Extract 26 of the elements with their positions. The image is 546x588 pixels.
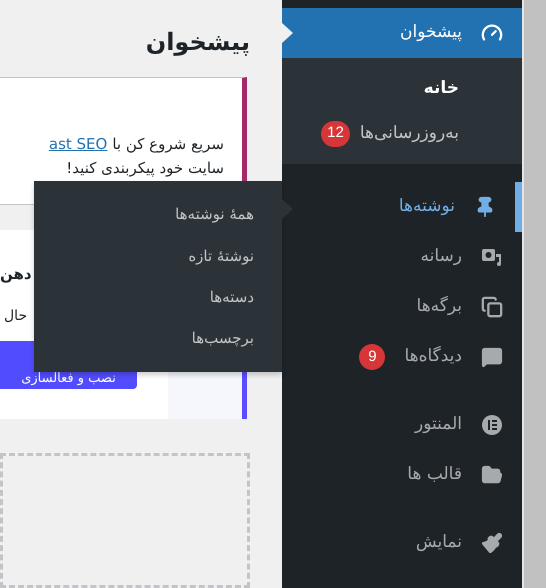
page-title: پیشخوان xyxy=(146,27,250,58)
paintbrush-icon xyxy=(481,532,503,554)
promo-text: حال xyxy=(4,306,28,326)
menu-item[interactable]: رسانه xyxy=(282,232,522,282)
flyout-item[interactable]: نوشتهٔ تازه xyxy=(34,235,254,276)
camera-music-icon xyxy=(481,246,503,268)
submenu-item[interactable]: خانه xyxy=(282,66,522,111)
yoast-link[interactable]: ast SEO xyxy=(48,130,108,158)
flyout-item[interactable]: دسته‌ها xyxy=(34,276,254,318)
menu-item[interactable]: نمایش xyxy=(282,518,522,568)
folder-icon xyxy=(481,464,503,486)
menu-item[interactable]: قالب ها xyxy=(282,450,522,500)
count-badge: 12 xyxy=(321,120,350,146)
flyout-item[interactable]: همهٔ نوشته‌ها xyxy=(34,194,254,236)
menu-item[interactable]: المنتور xyxy=(282,400,522,450)
menu-item[interactable]: پیشخوان xyxy=(282,8,522,58)
notice-text: سایت خود پیکربندی کنید! xyxy=(66,158,224,178)
pages-icon xyxy=(481,296,503,318)
current-arrow-icon xyxy=(282,23,293,43)
notice-text: سریع شروع کن با xyxy=(112,134,224,155)
speech-bubble-icon xyxy=(481,346,503,368)
promo-heading: دهن xyxy=(0,264,32,286)
count-badge: 9 xyxy=(359,344,386,370)
elementor-icon xyxy=(481,414,503,436)
menu-item[interactable]: برگه‌ها xyxy=(282,282,522,332)
flyout-item[interactable]: برچسب‌ها xyxy=(34,318,254,359)
